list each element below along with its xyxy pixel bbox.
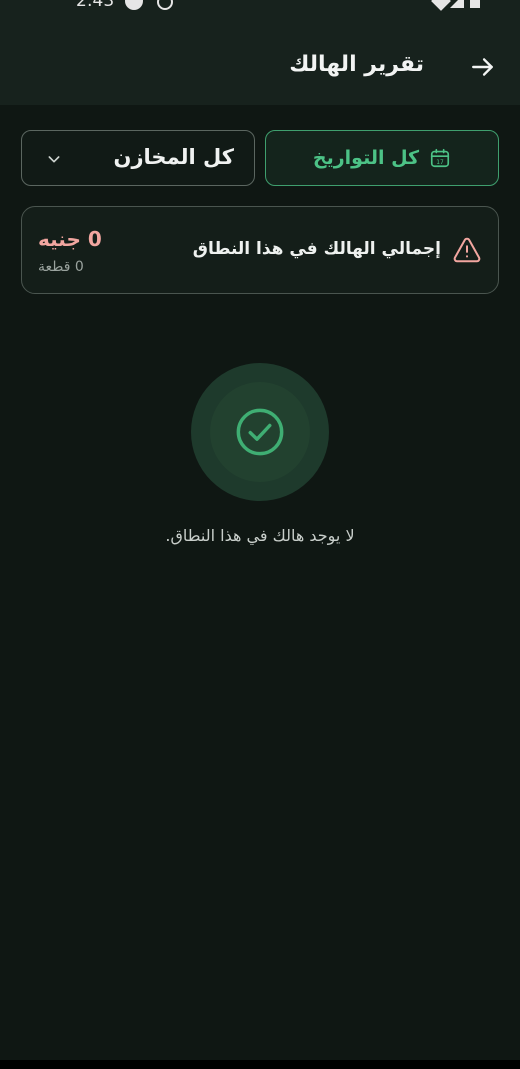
store-select-label: كل المخازن bbox=[113, 145, 234, 169]
status-icons bbox=[431, 0, 484, 11]
check-circle-icon bbox=[236, 408, 284, 456]
calendar-icon: 17 bbox=[431, 148, 450, 168]
arrow-right-icon bbox=[472, 58, 493, 76]
summary-amount: 0 جنيه bbox=[38, 227, 102, 251]
notification-dot-icon bbox=[125, 0, 143, 10]
notification-ring-icon bbox=[157, 0, 173, 10]
empty-state-inner bbox=[210, 382, 310, 482]
warning-icon bbox=[453, 237, 481, 263]
signal-icon bbox=[450, 0, 464, 8]
summary-count: 0 قطعة bbox=[38, 259, 84, 275]
app-bar: تقرير الهالك bbox=[0, 14, 520, 105]
wifi-icon bbox=[431, 0, 451, 11]
date-filter-label: كل التواريخ bbox=[312, 147, 420, 169]
back-button[interactable] bbox=[468, 52, 498, 82]
chevron-down-icon bbox=[48, 156, 60, 163]
loss-summary-card: إجمالي الهالك في هذا النطاق 0 جنيه 0 قطع… bbox=[21, 206, 499, 294]
empty-state-illustration bbox=[191, 363, 329, 501]
summary-label: إجمالي الهالك في هذا النطاق bbox=[192, 239, 441, 259]
store-select[interactable]: كل المخازن bbox=[21, 130, 255, 186]
date-filter-button[interactable]: 17 كل التواريخ bbox=[265, 130, 499, 186]
empty-state-message: لا يوجد هالك في هذا النطاق. bbox=[165, 526, 355, 545]
calendar-day: 17 bbox=[436, 159, 444, 166]
status-bar: 2:43 bbox=[0, 0, 520, 14]
page-title: تقرير الهالك bbox=[289, 52, 424, 77]
navigation-bar bbox=[0, 1060, 520, 1069]
status-time: 2:43 bbox=[76, 0, 115, 11]
battery-icon bbox=[470, 0, 480, 8]
